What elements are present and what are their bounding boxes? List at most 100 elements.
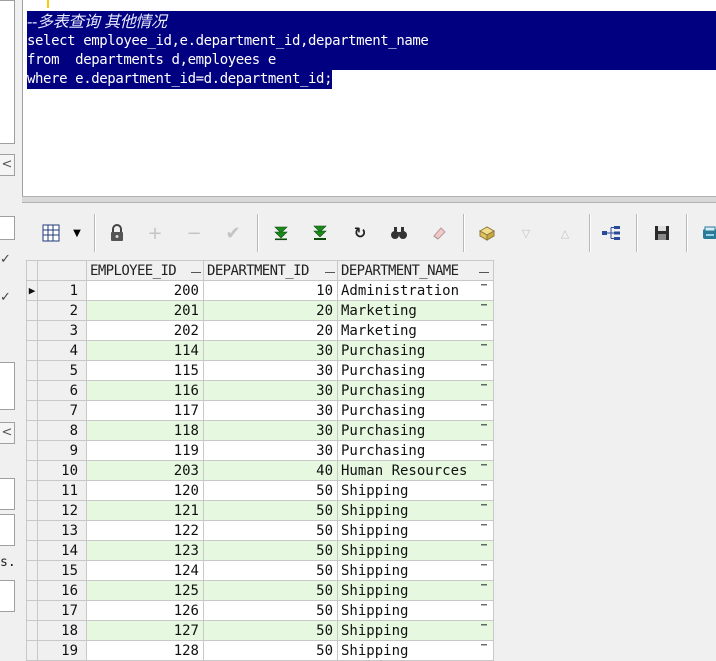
column-header-department-id[interactable]: DEPARTMENT_ID <box>203 260 338 281</box>
save-icon[interactable] <box>651 222 673 244</box>
department-name-cell[interactable]: Shipping <box>337 580 475 601</box>
sort-descending-icon[interactable]: ▽ <box>515 222 537 244</box>
department-name-cell[interactable]: Shipping <box>337 500 475 521</box>
query-by-example-icon[interactable] <box>476 222 498 244</box>
department-name-cell[interactable]: Human Resources <box>337 460 475 481</box>
cell-editor-button[interactable]: ⋯ <box>475 280 494 301</box>
table-row[interactable]: 16 125 50 Shipping ⋯ <box>26 580 494 601</box>
department-name-cell[interactable]: Shipping <box>337 620 475 641</box>
cell-editor-button[interactable]: ⋯ <box>475 420 494 441</box>
table-row[interactable]: 14 123 50 Shipping ⋯ <box>26 540 494 561</box>
column-header-employee-id[interactable]: EMPLOYEE_ID <box>86 260 204 281</box>
cell-editor-button[interactable]: ⋯ <box>475 340 494 361</box>
cell-editor-button[interactable]: ⋯ <box>475 640 494 661</box>
sql-line-2[interactable]: select employee_id,e.department_id,depar… <box>27 32 716 51</box>
delete-record-icon[interactable]: − <box>183 222 205 244</box>
tree-view-icon[interactable] <box>600 222 622 244</box>
export-icon[interactable] <box>698 222 716 244</box>
sort-ascending-icon[interactable]: △ <box>554 222 576 244</box>
table-row[interactable]: 6 116 30 Purchasing ⋯ <box>26 380 494 401</box>
left-panel-button[interactable] <box>0 580 15 612</box>
department-id-cell[interactable]: 50 <box>203 600 338 621</box>
department-name-cell[interactable]: Administration <box>337 280 475 301</box>
sql-line-3[interactable]: from departments d,employees e <box>27 51 716 70</box>
department-name-cell[interactable]: Shipping <box>337 640 475 661</box>
employee-id-cell[interactable]: 118 <box>86 420 204 441</box>
department-id-cell[interactable]: 30 <box>203 380 338 401</box>
department-id-cell[interactable]: 50 <box>203 480 338 501</box>
department-name-cell[interactable]: Marketing <box>337 320 475 341</box>
cell-editor-button[interactable]: ⋯ <box>475 380 494 401</box>
table-row[interactable]: 11 120 50 Shipping ⋯ <box>26 480 494 501</box>
table-row[interactable]: 5 115 30 Purchasing ⋯ <box>26 360 494 381</box>
employee-id-cell[interactable]: 203 <box>86 460 204 481</box>
chevron-down-icon[interactable]: ▼ <box>66 222 88 244</box>
add-record-icon[interactable]: + <box>144 222 166 244</box>
employee-id-cell[interactable]: 126 <box>86 600 204 621</box>
table-row[interactable]: 13 122 50 Shipping ⋯ <box>26 520 494 541</box>
department-name-cell[interactable]: Purchasing <box>337 420 475 441</box>
left-panel-button[interactable] <box>0 514 15 546</box>
department-id-cell[interactable]: 10 <box>203 280 338 301</box>
employee-id-cell[interactable]: 115 <box>86 360 204 381</box>
department-name-cell[interactable]: Marketing <box>337 300 475 321</box>
department-name-cell[interactable]: Purchasing <box>337 360 475 381</box>
department-name-cell[interactable]: Shipping <box>337 560 475 581</box>
grid-view-icon[interactable] <box>40 222 62 244</box>
collapse-left-icon[interactable]: < <box>0 154 15 176</box>
find-icon[interactable] <box>388 222 410 244</box>
employee-id-cell[interactable]: 123 <box>86 540 204 561</box>
table-row[interactable]: 7 117 30 Purchasing ⋯ <box>26 400 494 421</box>
employee-id-cell[interactable]: 125 <box>86 580 204 601</box>
department-id-cell[interactable]: 50 <box>203 640 338 661</box>
employee-id-cell[interactable]: 124 <box>86 560 204 581</box>
department-name-cell[interactable]: Purchasing <box>337 340 475 361</box>
table-row[interactable]: 12 121 50 Shipping ⋯ <box>26 500 494 521</box>
cell-editor-button[interactable]: ⋯ <box>475 440 494 461</box>
department-id-cell[interactable]: 30 <box>203 360 338 381</box>
left-panel-button[interactable] <box>0 478 15 510</box>
table-row[interactable]: 15 124 50 Shipping ⋯ <box>26 560 494 581</box>
left-panel-field[interactable] <box>0 216 15 240</box>
cell-editor-button[interactable]: ⋯ <box>475 620 494 641</box>
table-row[interactable]: 4 114 30 Purchasing ⋯ <box>26 340 494 361</box>
employee-id-cell[interactable]: 116 <box>86 380 204 401</box>
department-id-cell[interactable]: 30 <box>203 420 338 441</box>
cell-editor-button[interactable]: ⋯ <box>475 500 494 521</box>
sql-editor[interactable]: --多表查询 其他情况 select employee_id,e.departm… <box>22 0 716 196</box>
cell-editor-button[interactable]: ⋯ <box>475 560 494 581</box>
employee-id-cell[interactable]: 120 <box>86 480 204 501</box>
department-id-cell[interactable]: 30 <box>203 440 338 461</box>
sql-line-4[interactable]: where e.department_id=d.department_id; <box>27 70 332 89</box>
column-header-department-name[interactable]: DEPARTMENT_NAME <box>337 260 475 281</box>
cell-editor-button[interactable]: ⋯ <box>475 320 494 341</box>
department-name-cell[interactable]: Shipping <box>337 540 475 561</box>
department-id-cell[interactable]: 20 <box>203 320 338 341</box>
employee-id-cell[interactable]: 128 <box>86 640 204 661</box>
department-id-cell[interactable]: 50 <box>203 500 338 521</box>
cell-editor-button[interactable]: ⋯ <box>475 300 494 321</box>
employee-id-cell[interactable]: 114 <box>86 340 204 361</box>
employee-id-cell[interactable]: 201 <box>86 300 204 321</box>
cell-editor-button[interactable]: ⋯ <box>475 480 494 501</box>
department-name-cell[interactable]: Shipping <box>337 520 475 541</box>
department-id-cell[interactable]: 50 <box>203 580 338 601</box>
department-id-cell[interactable]: 20 <box>203 300 338 321</box>
table-row[interactable]: 8 118 30 Purchasing ⋯ <box>26 420 494 441</box>
table-row[interactable]: 2 201 20 Marketing ⋯ <box>26 300 494 321</box>
lock-icon[interactable] <box>106 222 128 244</box>
table-row[interactable]: 3 202 20 Marketing ⋯ <box>26 320 494 341</box>
post-changes-icon[interactable]: ✔ <box>222 222 244 244</box>
cell-editor-button[interactable]: ⋯ <box>475 520 494 541</box>
sql-line-1[interactable]: --多表查询 其他情况 <box>27 11 716 32</box>
table-row[interactable]: ▶ 1 200 10 Administration ⋯ <box>26 280 494 301</box>
cell-editor-button[interactable]: ⋯ <box>475 580 494 601</box>
table-row[interactable]: 9 119 30 Purchasing ⋯ <box>26 440 494 461</box>
fetch-last-icon[interactable] <box>309 222 331 244</box>
department-name-cell[interactable]: Purchasing <box>337 380 475 401</box>
table-row[interactable]: 18 127 50 Shipping ⋯ <box>26 620 494 641</box>
employee-id-cell[interactable]: 200 <box>86 280 204 301</box>
cell-editor-button[interactable]: ⋯ <box>475 400 494 421</box>
table-row[interactable]: 19 128 50 Shipping ⋯ <box>26 640 494 661</box>
employee-id-cell[interactable]: 122 <box>86 520 204 541</box>
